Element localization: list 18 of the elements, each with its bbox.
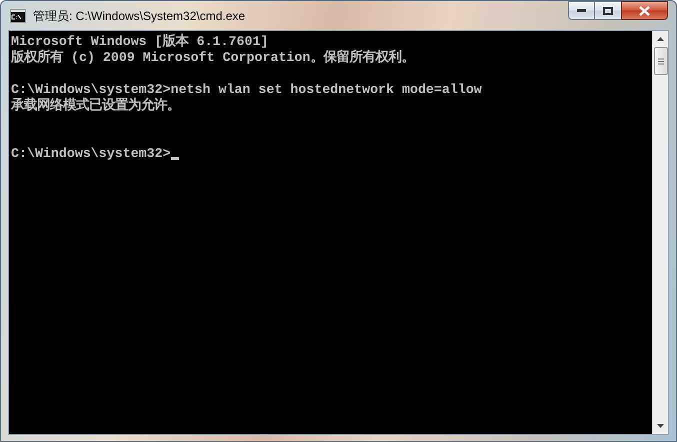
console-line: Microsoft Windows [版本 6.1.7601]: [11, 34, 268, 50]
maximize-button[interactable]: [595, 1, 621, 20]
grip-icon: [658, 58, 664, 64]
minimize-button[interactable]: [568, 1, 595, 20]
vertical-scrollbar[interactable]: [652, 31, 668, 434]
scroll-down-arrow-icon[interactable]: [657, 424, 664, 428]
minimize-icon: [577, 9, 586, 12]
console-line: C:\Windows\system32>netsh wlan set hostednetwork mode=allow: [11, 82, 482, 98]
console-line: 承载网络模式已设置为允许。: [11, 98, 180, 114]
console-app-icon: [10, 8, 26, 22]
console-line: 版权所有 (c) 2009 Microsoft Corporation。保留所有权利。: [11, 50, 414, 66]
scroll-up-arrow-icon[interactable]: [657, 37, 664, 41]
command-prompt: C:\Windows\system32>: [11, 146, 171, 162]
maximize-icon: [603, 6, 613, 14]
close-button[interactable]: [621, 1, 668, 20]
scrollbar-thumb[interactable]: [654, 47, 668, 75]
window-title: 管理员: C:\Windows\System32\cmd.exe: [33, 8, 246, 24]
close-icon: [639, 6, 650, 16]
